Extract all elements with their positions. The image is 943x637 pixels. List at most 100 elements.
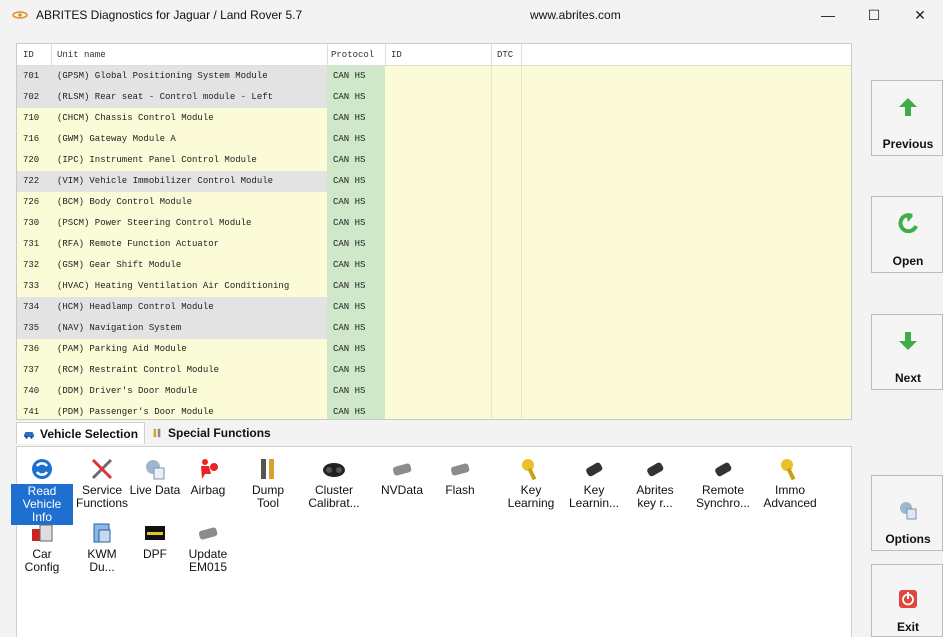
cell-unit-name: (HCM) Headlamp Control Module xyxy=(51,297,327,318)
tab-special-functions[interactable]: Special Functions xyxy=(145,422,277,444)
function-dump-tool[interactable]: Dump Tool xyxy=(237,457,299,510)
table-row[interactable]: 722 (VIM) Vehicle Immobilizer Control Mod… xyxy=(17,171,851,192)
function-label: Flash xyxy=(445,483,475,497)
cell-protocol: CAN HS xyxy=(327,87,385,108)
cell-dtc xyxy=(491,318,521,339)
close-button[interactable]: ✕ xyxy=(897,0,943,30)
cell-protocol: CAN HS xyxy=(327,66,385,87)
function-label: Du... xyxy=(89,560,115,574)
car-icon xyxy=(24,431,34,439)
cell-id2 xyxy=(385,402,491,419)
cell-id2 xyxy=(385,129,491,150)
cell-id2 xyxy=(385,255,491,276)
table-row[interactable]: 710 (CHCM) Chassis Control Module CAN HS xyxy=(17,108,851,129)
cell-id: 702 xyxy=(17,87,51,108)
header-dtc[interactable]: DTC xyxy=(497,50,513,60)
units-table[interactable]: ID Unit name Protocol ID DTC 701 (GPSM) G… xyxy=(16,43,852,420)
cell-dtc xyxy=(491,87,521,108)
header-id2[interactable]: ID xyxy=(391,50,402,60)
header-protocol[interactable]: Protocol xyxy=(331,50,374,60)
close-icon: ✕ xyxy=(914,6,926,23)
cell-unit-name: (IPC) Instrument Panel Control Module xyxy=(51,150,327,171)
tab-vehicle-selection[interactable]: Vehicle Selection xyxy=(16,422,146,444)
cell-id2 xyxy=(385,171,491,192)
cell-dtc xyxy=(491,234,521,255)
kwm-dump-icon xyxy=(93,523,111,543)
cell-empty xyxy=(521,213,851,234)
cell-empty xyxy=(521,381,851,402)
table-row[interactable]: 740 (DDM) Driver's Door Module CAN HS xyxy=(17,381,851,402)
table-row[interactable]: 741 (PDM) Passenger's Door Module CAN HS xyxy=(17,402,851,419)
key-learning-2-icon xyxy=(586,462,603,477)
table-row[interactable]: 731 (RFA) Remote Function Actuator CAN HS xyxy=(17,234,851,255)
function-flash-chip[interactable]: Flash xyxy=(429,457,491,497)
cell-empty xyxy=(521,108,851,129)
nvdata-chip-icon xyxy=(392,463,412,476)
options-button[interactable]: Options xyxy=(871,475,943,551)
cell-id: 722 xyxy=(17,171,51,192)
minimize-button[interactable]: — xyxy=(805,0,851,30)
function-label-group: NVData xyxy=(371,484,433,497)
cell-empty xyxy=(521,234,851,255)
table-row[interactable]: 736 (PAM) Parking Aid Module CAN HS xyxy=(17,339,851,360)
function-cluster[interactable]: Cluster Calibrat... xyxy=(303,457,365,510)
function-immo-advanced[interactable]: Immo Advanced xyxy=(759,457,821,510)
exit-button[interactable]: Exit xyxy=(871,564,943,637)
function-update-em015[interactable]: Update EM015 xyxy=(177,521,239,574)
tab-label: Special Functions xyxy=(168,426,271,440)
function-key-learning[interactable]: Key Learning xyxy=(500,457,562,510)
cell-id2 xyxy=(385,339,491,360)
table-row[interactable]: 726 (BCM) Body Control Module CAN HS xyxy=(17,192,851,213)
function-remote-sync[interactable]: Remote Synchro... xyxy=(692,457,754,510)
cell-empty xyxy=(521,297,851,318)
cell-id: 737 xyxy=(17,360,51,381)
function-nvdata-chip[interactable]: NVData xyxy=(371,457,433,497)
table-row[interactable]: 734 (HCM) Headlamp Control Module CAN HS xyxy=(17,297,851,318)
cell-id: 735 xyxy=(17,318,51,339)
cell-id: 710 xyxy=(17,108,51,129)
open-label: Open xyxy=(892,254,924,268)
cell-empty xyxy=(521,255,851,276)
function-key-learning-2[interactable]: Key Learnin... xyxy=(563,457,625,510)
cell-dtc xyxy=(491,213,521,234)
header-id[interactable]: ID xyxy=(23,50,34,60)
table-row[interactable]: 720 (IPC) Instrument Panel Control Module… xyxy=(17,150,851,171)
next-button[interactable]: Next xyxy=(871,314,943,390)
table-row[interactable]: 701 (GPSM) Global Positioning System Modu… xyxy=(17,66,851,87)
cell-id2 xyxy=(385,192,491,213)
table-row[interactable]: 732 (GSM) Gear Shift Module CAN HS xyxy=(17,255,851,276)
cell-id: 733 xyxy=(17,276,51,297)
maximize-icon: ☐ xyxy=(867,6,881,23)
table-row[interactable]: 730 (PSCM) Power Steering Control Module C… xyxy=(17,213,851,234)
dump-tool-icon xyxy=(261,459,274,479)
cell-id2 xyxy=(385,150,491,171)
open-button[interactable]: Open xyxy=(871,196,943,273)
options-label: Options xyxy=(885,532,931,546)
table-row[interactable]: 735 (NAV) Navigation System CAN HS xyxy=(17,318,851,339)
function-abrites-key[interactable]: Abrites key r... xyxy=(624,457,686,510)
function-read-info[interactable]: Read Vehicle Info xyxy=(11,457,73,525)
cell-empty xyxy=(521,360,851,381)
arrow-up-icon xyxy=(899,98,917,116)
table-row[interactable]: 737 (RCM) Restraint Control Module CAN HS xyxy=(17,360,851,381)
cell-protocol: CAN HS xyxy=(327,234,385,255)
table-row[interactable]: 716 (GWM) Gateway Module A CAN HS xyxy=(17,129,851,150)
maximize-button[interactable]: ☐ xyxy=(851,0,897,30)
function-label: Advanced xyxy=(763,496,817,510)
previous-button[interactable]: Previous xyxy=(871,80,943,156)
table-row[interactable]: 702 (RLSM) Rear seat - Control module - L… xyxy=(17,87,851,108)
function-airbag[interactable]: Airbag xyxy=(177,457,239,497)
abrites-logo-icon xyxy=(12,11,28,19)
table-row[interactable]: 733 (HVAC) Heating Ventilation Air Condit… xyxy=(17,276,851,297)
cell-protocol: CAN HS xyxy=(327,255,385,276)
header-unit-name[interactable]: Unit name xyxy=(57,50,106,60)
function-car-config[interactable]: Car Config xyxy=(11,521,73,574)
cell-id: 701 xyxy=(17,66,51,87)
cell-dtc xyxy=(491,66,521,87)
cell-id: 730 xyxy=(17,213,51,234)
cell-id2 xyxy=(385,360,491,381)
cell-dtc xyxy=(491,150,521,171)
cell-id2 xyxy=(385,213,491,234)
cell-protocol: CAN HS xyxy=(327,381,385,402)
cell-dtc xyxy=(491,402,521,419)
